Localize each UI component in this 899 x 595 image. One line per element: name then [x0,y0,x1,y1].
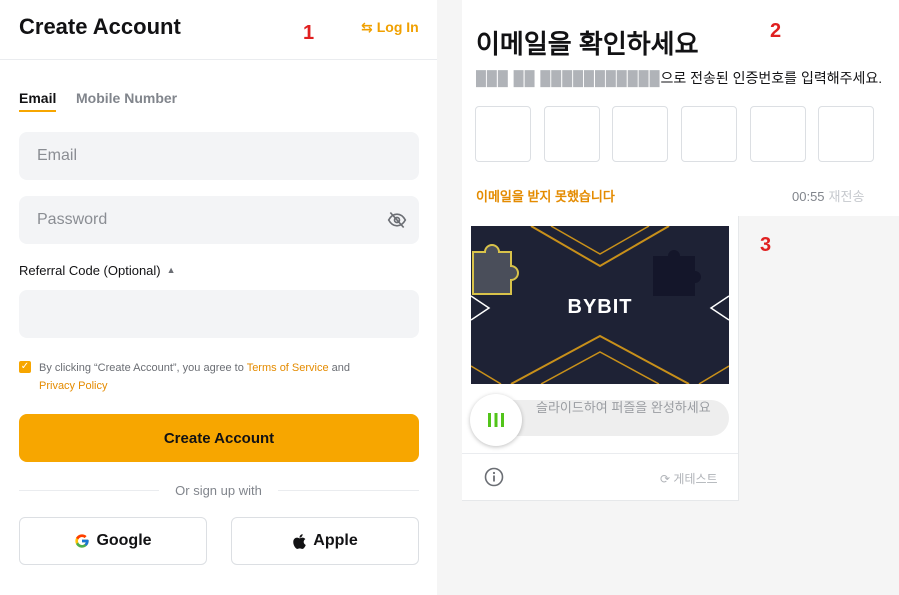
apple-icon [292,533,307,550]
captcha-puzzle-image: BYBIT [471,226,729,384]
active-tab-indicator [19,110,56,112]
otp-digit-6[interactable] [818,106,874,162]
step-marker-3: 3 [760,234,772,256]
agree-and: and [328,362,351,374]
terms-agreement: By clicking “Create Account”, you agree … [39,359,409,395]
step-marker-2: 2 [770,20,782,42]
otp-digit-2[interactable] [544,106,600,162]
or-sign-up-label: Or sign up with [169,483,268,498]
hide-password-icon[interactable] [387,210,407,230]
masked-email: ███ ██ ███████████ [476,70,661,86]
terms-checkbox[interactable]: ✓ [19,361,31,373]
or-sign-up-text: Or sign up with [0,483,437,498]
privacy-link[interactable]: Privacy Policy [39,380,107,392]
google-button-label: Google [96,532,152,549]
verify-subtitle: ███ ██ ███████████으로 전송된 인증번호를 입력해주세요. [476,68,882,88]
create-account-button[interactable]: Create Account [19,414,419,462]
captcha-footer-divider [462,453,738,454]
otp-digit-1[interactable] [475,106,531,162]
login-link-label: Log In [376,19,419,35]
google-signup-button[interactable]: Google [19,517,207,565]
captcha-brand-text: BYBIT [567,296,633,318]
header-divider [0,59,437,60]
login-link[interactable]: ⇆ Log In [361,19,419,36]
page-title: Create Account [19,14,181,39]
verify-subtitle-text: 으로 전송된 인증번호를 입력해주세요. [660,70,883,86]
grip-icon [488,413,504,427]
password-field-wrapper [19,196,419,244]
referral-toggle[interactable]: Referral Code (Optional) ▲ [19,263,176,278]
timer-value: 00:55 [792,189,825,204]
captcha-provider-label: 게테스트 [673,472,718,486]
google-icon [74,533,90,549]
resend-timer: 00:55 재전송 [792,186,864,205]
otp-digit-3[interactable] [612,106,668,162]
apple-button-label: Apple [313,532,358,549]
verify-title: 이메일을 확인하세요 [476,29,699,59]
password-field[interactable] [35,210,403,230]
referral-code-field[interactable] [35,304,403,324]
tab-email[interactable]: Email [19,90,56,106]
create-account-panel: Create Account ⇆ Log In Email Mobile Numb… [0,0,437,595]
resend-button[interactable]: 재전송 [829,189,865,204]
geetest-logo-icon: ⟳ [660,472,671,486]
apple-signup-button[interactable]: Apple [231,517,419,565]
tab-mobile-number[interactable]: Mobile Number [76,90,177,106]
step-marker-1: 1 [303,22,315,44]
referral-label: Referral Code (Optional) [19,263,161,278]
otp-digit-5[interactable] [750,106,806,162]
captcha-provider: ⟳ 게테스트 [660,470,718,487]
referral-field-wrapper [19,290,419,338]
caret-up-icon: ▲ [166,265,176,275]
swap-arrows-icon: ⇆ [361,19,373,35]
no-email-link[interactable]: 이메일을 받지 못했습니다 [476,186,615,205]
info-icon[interactable] [484,467,504,487]
slider-instruction: 슬라이드하여 퍼즐을 완성하세요 [536,400,711,415]
captcha-slider-handle[interactable] [470,394,522,446]
email-field-wrapper [19,132,419,180]
terms-link[interactable]: Terms of Service [247,362,329,374]
email-field[interactable] [35,146,403,166]
otp-digit-4[interactable] [681,106,737,162]
agree-prefix: By clicking “Create Account”, you agree … [39,362,247,374]
